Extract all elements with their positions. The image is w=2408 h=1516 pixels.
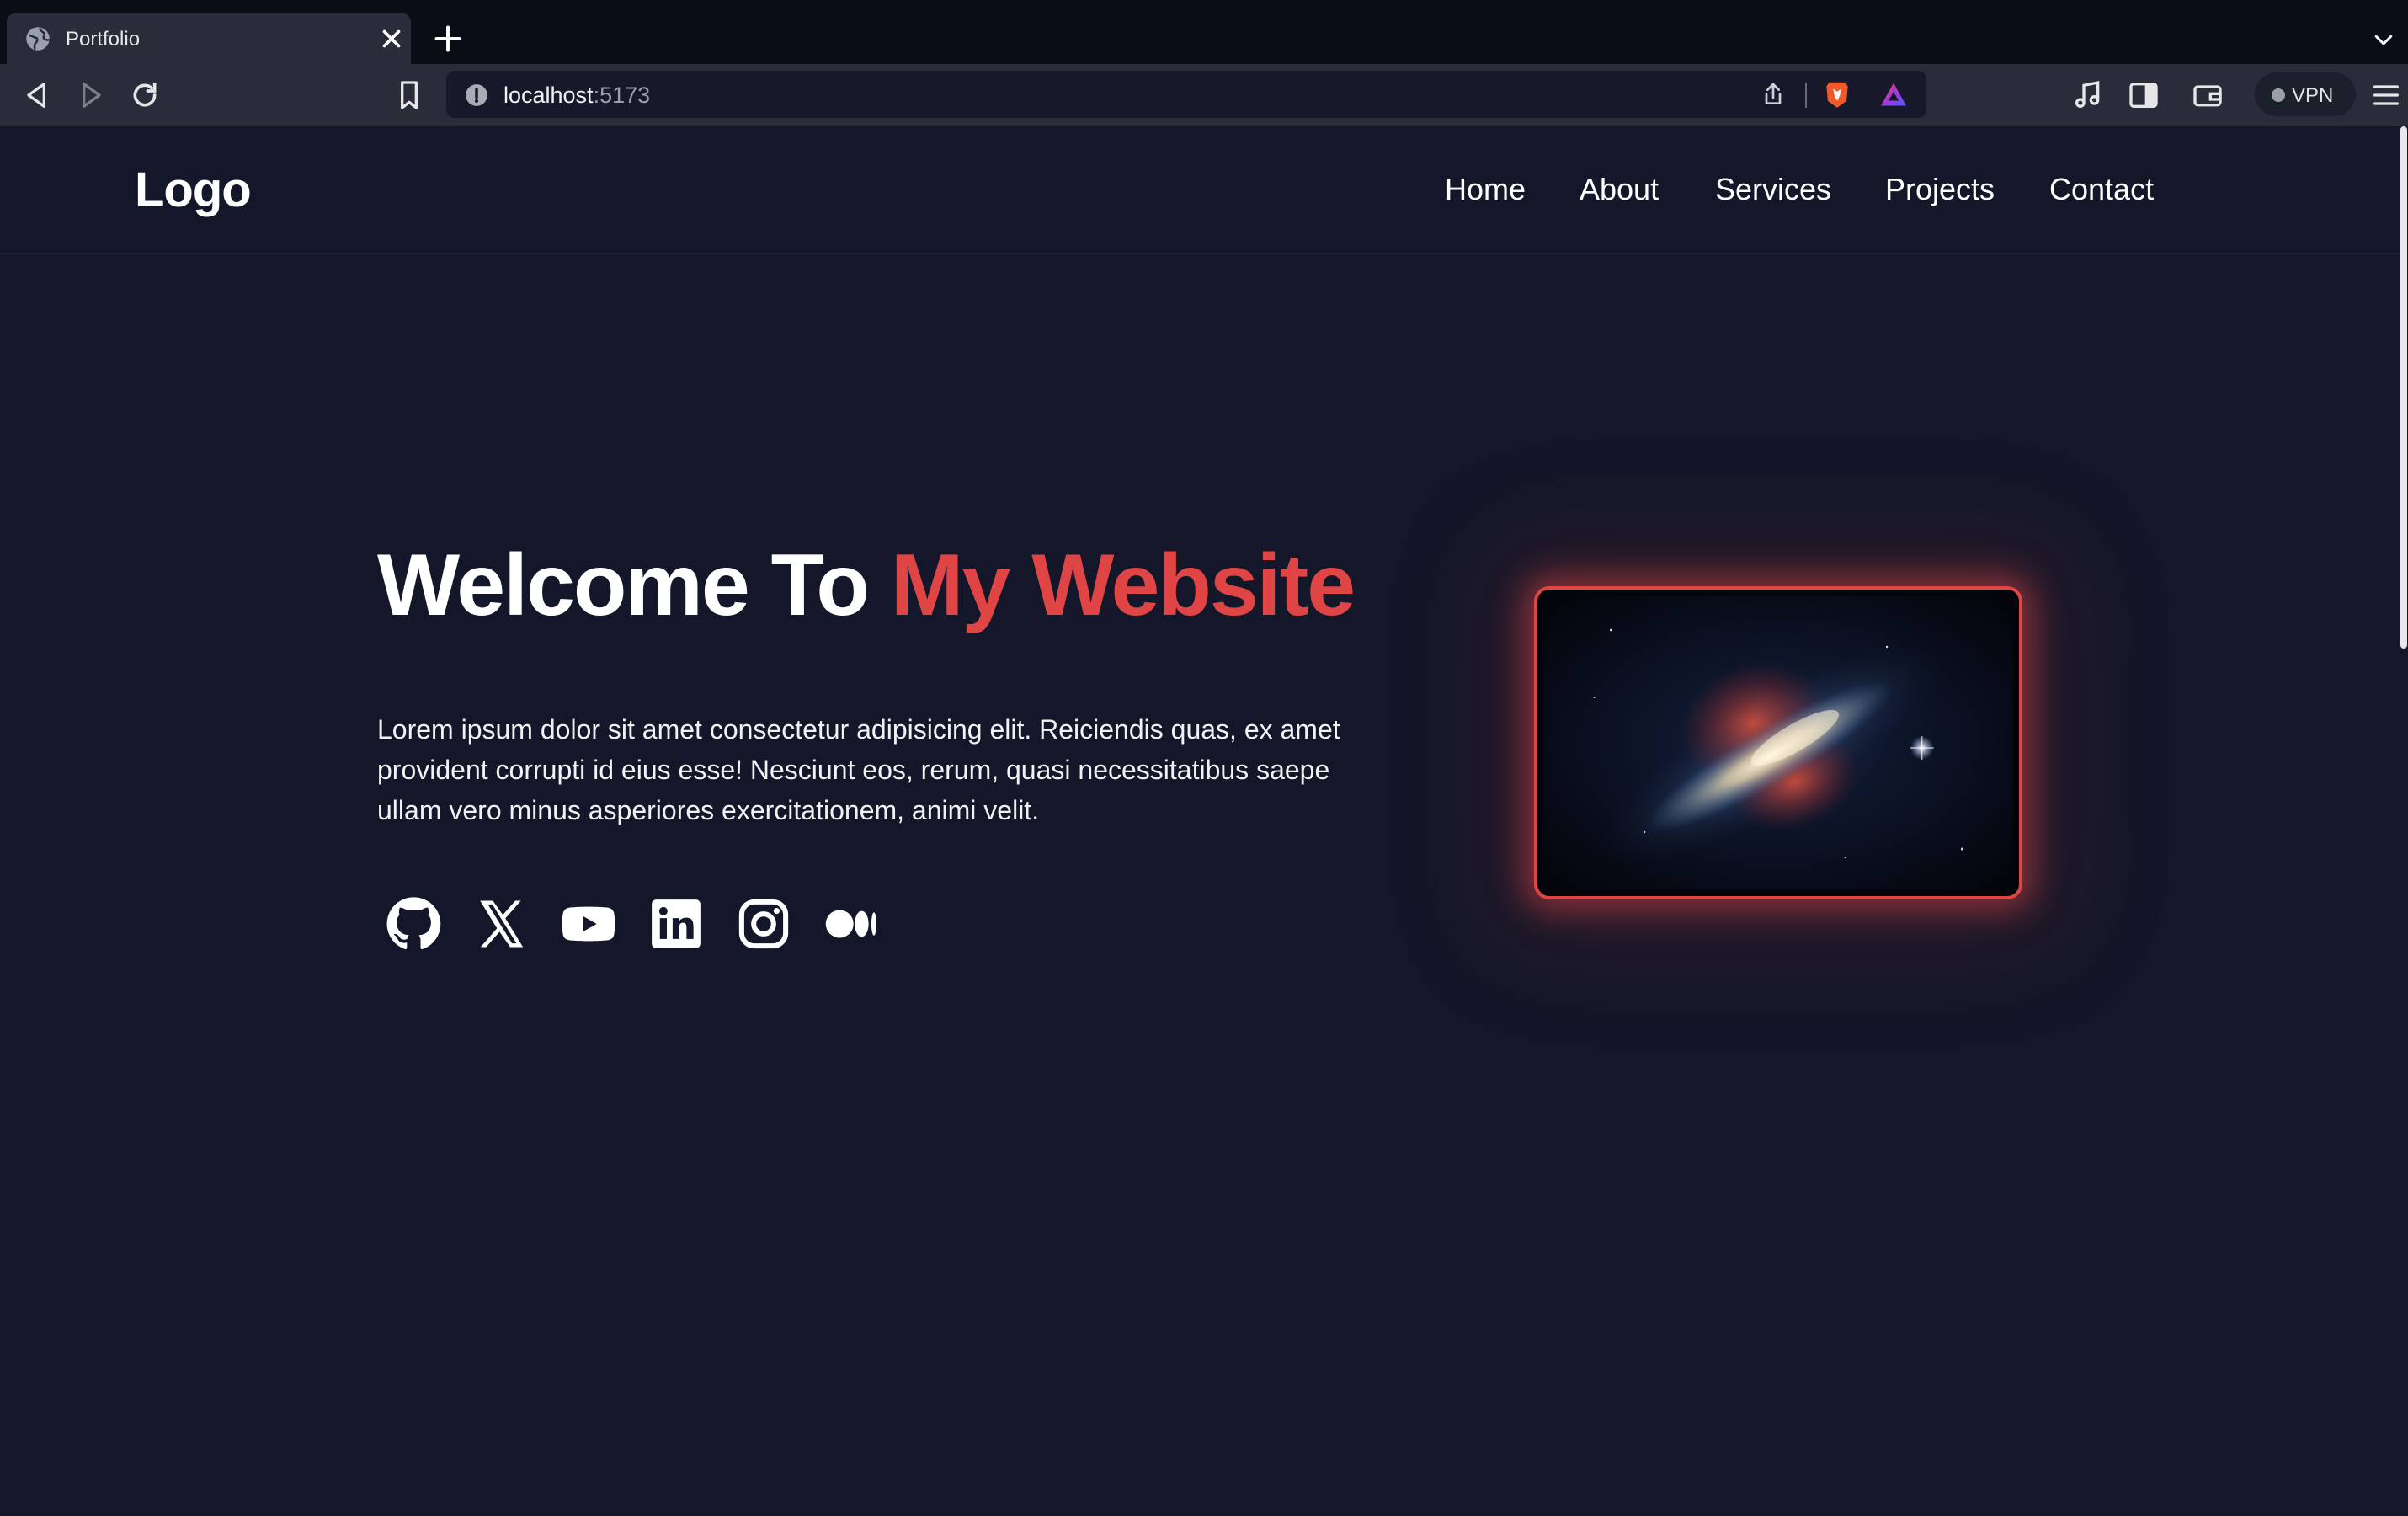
address-bar[interactable]: localhost:5173 <box>446 71 1926 118</box>
url-text: localhost:5173 <box>503 83 650 109</box>
scrollbar-thumb[interactable] <box>2400 126 2407 649</box>
nav-link-projects[interactable]: Projects <box>1885 172 1995 207</box>
back-icon[interactable] <box>20 78 54 112</box>
info-icon[interactable] <box>465 83 488 107</box>
tab-title: Portfolio <box>66 28 141 51</box>
nav-link-contact[interactable]: Contact <box>2049 172 2154 207</box>
sidebar-icon[interactable] <box>2127 78 2160 112</box>
brave-shields-icon[interactable] <box>1821 78 1853 110</box>
hero-title-accent: My Website <box>890 536 1356 634</box>
browser-tab-bar: Portfolio <box>0 0 2408 64</box>
youtube-icon[interactable] <box>561 896 616 952</box>
hero-title: Welcome To My Website <box>377 536 1356 636</box>
share-icon[interactable] <box>1760 81 1787 108</box>
github-icon[interactable] <box>386 896 441 952</box>
url-separator <box>1805 83 1807 108</box>
x-icon[interactable] <box>473 896 529 952</box>
url-port: :5173 <box>593 83 651 108</box>
bookmark-icon[interactable] <box>392 78 426 112</box>
medium-icon[interactable] <box>823 896 879 952</box>
menu-icon[interactable] <box>2369 78 2403 112</box>
galaxy-image <box>1544 596 2012 889</box>
url-host: localhost <box>503 83 594 108</box>
instagram-icon[interactable] <box>736 896 791 952</box>
hero-description: Lorem ipsum dolor sit amet consectetur a… <box>377 714 1340 825</box>
wallet-icon[interactable] <box>2191 78 2224 112</box>
nav-link-services[interactable]: Services <box>1715 172 1831 207</box>
forward-icon[interactable] <box>74 78 108 112</box>
site-logo[interactable]: Logo <box>135 162 252 218</box>
nav-link-about[interactable]: About <box>1580 172 1659 207</box>
chevron-down-icon[interactable] <box>2371 27 2396 52</box>
plus-icon[interactable] <box>433 24 463 54</box>
nav-link-home[interactable]: Home <box>1445 172 1526 207</box>
reload-icon[interactable] <box>128 78 162 112</box>
close-icon[interactable] <box>377 24 406 53</box>
vpn-status-dot <box>2272 88 2285 102</box>
linkedin-icon[interactable] <box>648 896 704 952</box>
hero-image-frame <box>1534 586 2022 899</box>
site-navbar: Logo Home About Services Projects Contac… <box>0 126 2400 254</box>
browser-toolbar: localhost:5173 VPN <box>0 64 2408 126</box>
globe-icon <box>26 27 50 51</box>
vpn-label: VPN <box>2292 84 2334 107</box>
music-icon[interactable] <box>2071 78 2105 112</box>
scrollbar[interactable] <box>2400 126 2408 1516</box>
brave-rewards-icon[interactable] <box>1878 79 1910 109</box>
browser-tab[interactable]: Portfolio <box>7 13 411 64</box>
hero-title-white: Welcome To <box>377 536 891 634</box>
vpn-button[interactable]: VPN <box>2255 72 2356 116</box>
